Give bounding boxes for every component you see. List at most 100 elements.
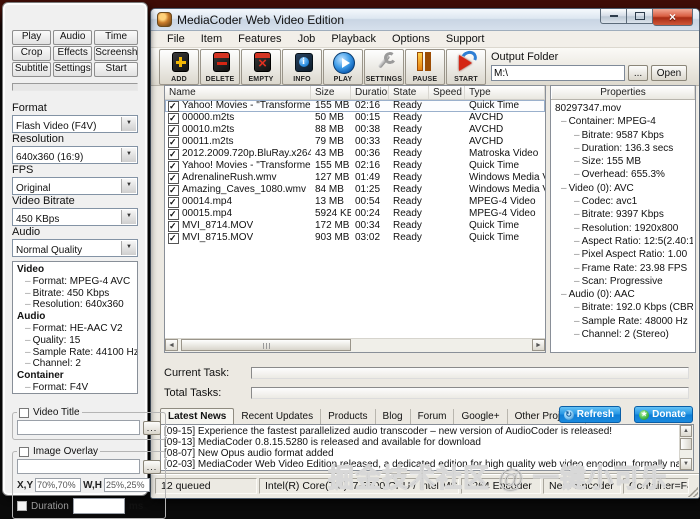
refresh-button[interactable]: ↻ Refresh — [558, 406, 621, 423]
table-row[interactable]: MVI_8715.MOV 903 MB 03:02 Ready Quick Time — [165, 232, 545, 244]
chevron-down-icon[interactable]: ▼ — [121, 241, 136, 255]
row-checkbox[interactable] — [168, 148, 179, 160]
sidebar-button-effects[interactable]: Effects — [53, 46, 93, 61]
output-browse-button[interactable]: ... — [628, 65, 648, 81]
image-overlay-browse-button[interactable]: ... — [143, 459, 161, 474]
table-row[interactable]: 00015.mp4 5924 KB 00:24 Ready MPEG-4 Video — [165, 208, 545, 220]
resize-grip[interactable] — [688, 487, 698, 497]
news-scrollbar[interactable]: ▲ ▼ — [679, 425, 693, 470]
sidebar-button-start[interactable]: Start — [94, 62, 138, 77]
row-checkbox[interactable] — [168, 232, 179, 244]
xy-input[interactable] — [35, 478, 82, 492]
image-overlay-input[interactable] — [17, 459, 140, 474]
row-checkbox[interactable] — [168, 160, 179, 172]
tab-blog[interactable]: Blog — [376, 409, 411, 425]
row-checkbox[interactable] — [168, 196, 179, 208]
table-row[interactable]: Yahoo! Movies - "Transformers: R... 155 M… — [165, 160, 545, 172]
scrollbar-thumb[interactable] — [181, 339, 351, 351]
table-row[interactable]: MVI_8714.MOV 172 MB 00:34 Ready Quick Time — [165, 220, 545, 232]
dropdown-resolution[interactable]: 640x360 (16:9) ▼ — [12, 146, 138, 164]
duration-input[interactable] — [72, 498, 125, 514]
maximize-button[interactable] — [627, 9, 653, 24]
menu-item[interactable]: Item — [193, 32, 230, 46]
toolbar-button-play[interactable]: PLAY — [323, 49, 363, 85]
toolbar-button-delete[interactable]: DELETE — [200, 49, 240, 85]
column-header-size[interactable]: Size — [311, 86, 351, 99]
sidebar-button-time[interactable]: Time — [94, 30, 138, 45]
table-row[interactable]: 00011.m2ts 79 MB 00:33 Ready AVCHD — [165, 136, 545, 148]
dropdown-audio[interactable]: Normal Quality ▼ — [12, 239, 138, 257]
dropdown-video-bitrate[interactable]: 450 KBps ▼ — [12, 208, 138, 226]
donate-button[interactable]: ★ Donate — [634, 406, 693, 423]
row-checkbox[interactable] — [168, 184, 179, 196]
scroll-down-icon[interactable]: ▼ — [680, 458, 692, 470]
wh-input[interactable] — [104, 478, 151, 492]
column-header-speed[interactable]: Speed — [429, 86, 465, 99]
sidebar-button-subtitle[interactable]: Subtitle — [12, 62, 52, 77]
image-overlay-checkbox[interactable] — [19, 446, 29, 457]
table-row[interactable]: 2012.2009.720p.BluRay.x264.DT... 43 MB 00:… — [165, 148, 545, 160]
chevron-down-icon[interactable]: ▼ — [121, 210, 136, 224]
tab-forum[interactable]: Forum — [411, 409, 455, 425]
sidebar-button-crop[interactable]: Crop — [12, 46, 52, 61]
toolbar-button-empty[interactable]: EMPTY — [241, 49, 281, 85]
tab-recent-updates[interactable]: Recent Updates — [234, 409, 322, 425]
tab-google[interactable]: Google+ — [454, 409, 508, 425]
table-row[interactable]: 00010.m2ts 88 MB 00:38 Ready AVCHD — [165, 124, 545, 136]
video-title-input[interactable] — [17, 420, 140, 435]
scroll-left-icon[interactable]: ◄ — [165, 339, 178, 351]
chevron-down-icon[interactable]: ▼ — [121, 117, 136, 131]
dropdown-format[interactable]: Flash Video (F4V) ▼ — [12, 115, 138, 133]
row-checkbox[interactable] — [168, 124, 179, 136]
toolbar-button-add[interactable]: ADD — [159, 49, 199, 85]
scroll-up-icon[interactable]: ▲ — [680, 425, 692, 437]
news-item[interactable]: [02-03] MediaCoder Web Video Edition rel… — [164, 459, 690, 470]
row-checkbox[interactable] — [168, 112, 179, 124]
column-header-name[interactable]: Name — [165, 86, 311, 99]
sidebar-button-settings[interactable]: Settings — [53, 62, 93, 77]
table-row[interactable]: Amazing_Caves_1080.wmv 84 MB 01:25 Ready Win… — [165, 184, 545, 196]
menu-job[interactable]: Job — [290, 32, 324, 46]
scroll-right-icon[interactable]: ► — [532, 339, 545, 351]
minimize-button[interactable] — [600, 9, 627, 24]
menu-support[interactable]: Support — [438, 32, 493, 46]
table-row[interactable]: 00014.mp4 13 MB 00:54 Ready MPEG-4 Video — [165, 196, 545, 208]
title-bar[interactable]: MediaCoder Web Video Edition × — [151, 9, 699, 31]
menu-playback[interactable]: Playback — [323, 32, 384, 46]
output-open-button[interactable]: Open — [651, 65, 687, 81]
row-checkbox[interactable] — [168, 172, 179, 184]
tab-products[interactable]: Products — [321, 409, 376, 425]
table-row[interactable]: Yahoo! Movies - "Transformers: R... 155 M… — [165, 100, 545, 112]
row-checkbox[interactable] — [168, 136, 179, 148]
row-checkbox[interactable] — [168, 100, 179, 112]
properties-header[interactable]: Properties — [551, 86, 695, 100]
chevron-down-icon[interactable]: ▼ — [121, 148, 136, 162]
news-item[interactable]: [09-13] MediaCoder 0.8.15.5280 is releas… — [164, 437, 690, 448]
close-button[interactable]: × — [653, 9, 693, 26]
toolbar-button-start[interactable]: START — [446, 49, 486, 85]
sidebar-button-screenshot[interactable]: Screenshot — [94, 46, 138, 61]
chevron-down-icon[interactable]: ▼ — [121, 179, 136, 193]
news-item[interactable]: [09-15] Experience the fastest paralleli… — [164, 426, 690, 437]
news-scrollbar-thumb[interactable] — [680, 438, 692, 450]
toolbar-button-info[interactable]: INFO — [282, 49, 322, 85]
sidebar-button-audio[interactable]: Audio — [53, 30, 93, 45]
column-header-state[interactable]: State — [389, 86, 429, 99]
menu-file[interactable]: File — [159, 32, 193, 46]
toolbar-button-settings[interactable]: SETTINGS — [364, 49, 404, 85]
column-header-duration[interactable]: Duration — [351, 86, 389, 99]
video-title-browse-button[interactable]: ... — [143, 420, 161, 435]
tab-latest-news[interactable]: Latest News — [160, 408, 235, 425]
output-folder-input[interactable] — [491, 65, 625, 81]
table-row[interactable]: 00000.m2ts 50 MB 00:15 Ready AVCHD — [165, 112, 545, 124]
row-checkbox[interactable] — [168, 208, 179, 220]
toolbar-button-pause[interactable]: PAUSE — [405, 49, 445, 85]
horizontal-scrollbar[interactable]: ◄ ► — [165, 338, 545, 352]
row-checkbox[interactable] — [168, 220, 179, 232]
dropdown-fps[interactable]: Original ▼ — [12, 177, 138, 195]
menu-options[interactable]: Options — [384, 32, 438, 46]
video-title-checkbox[interactable] — [19, 407, 29, 418]
menu-features[interactable]: Features — [230, 32, 289, 46]
sidebar-button-play[interactable]: Play — [12, 30, 52, 45]
table-row[interactable]: AdrenalineRush.wmv 127 MB 01:49 Ready Window… — [165, 172, 545, 184]
